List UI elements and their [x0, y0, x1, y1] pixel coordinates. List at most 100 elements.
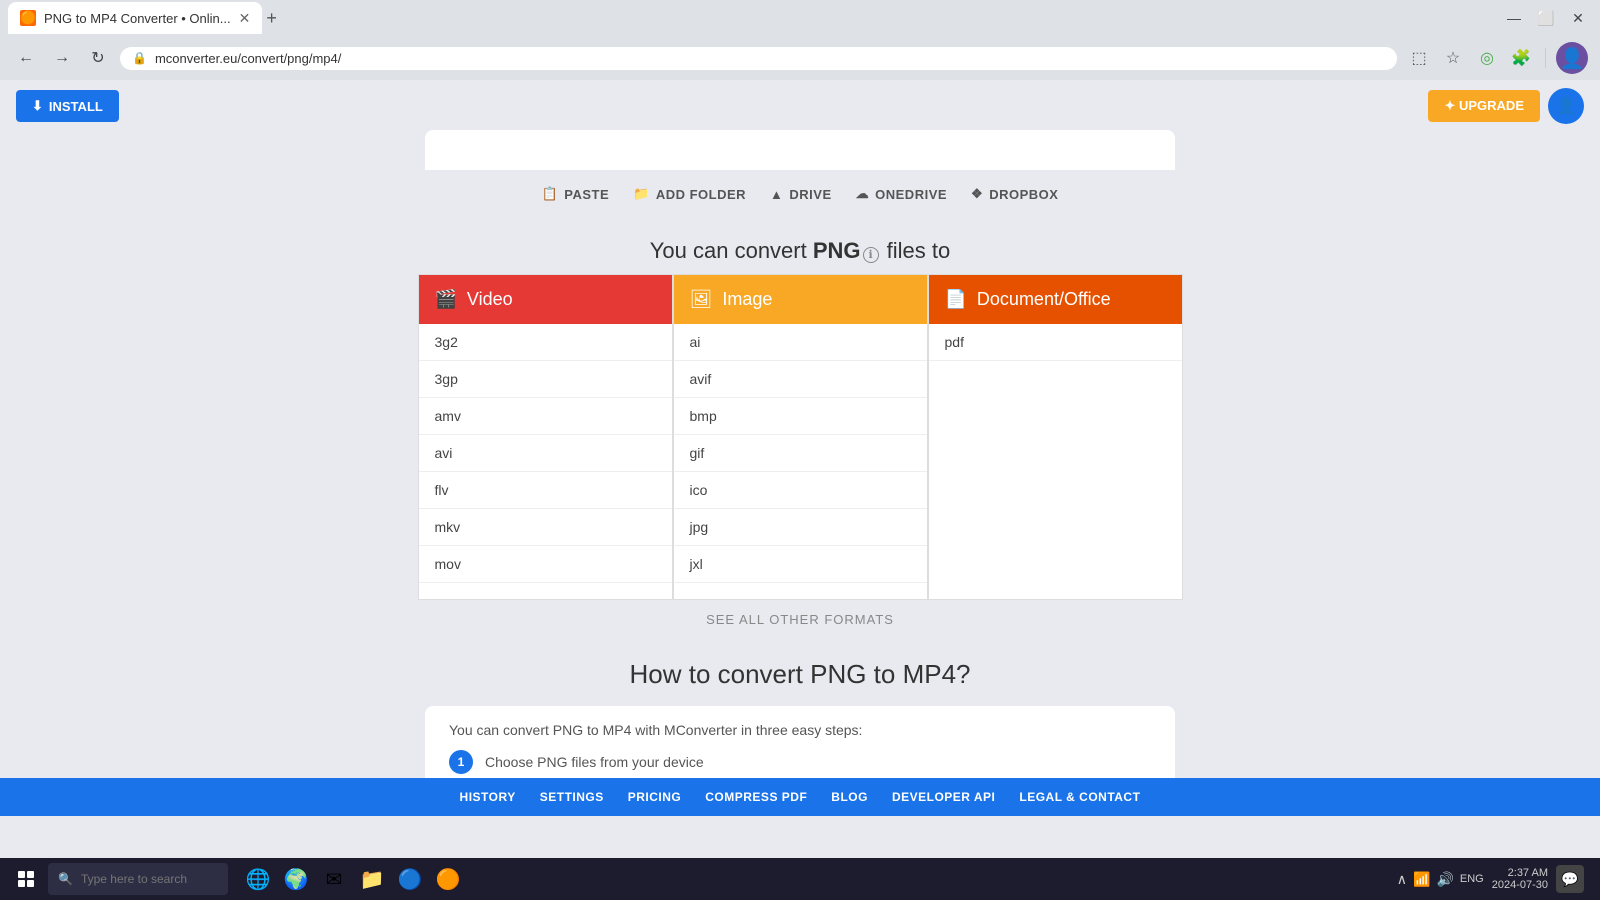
onedrive-label: ONEDRIVE — [875, 187, 947, 202]
start-button[interactable] — [8, 861, 44, 897]
extension1-button[interactable]: ◎ — [1473, 44, 1501, 72]
footer-blog[interactable]: BLOG — [831, 790, 868, 804]
screen-capture-button[interactable]: ⬚ — [1405, 44, 1433, 72]
drive-icon: ▲ — [770, 187, 783, 202]
bookmark-button[interactable]: ☆ — [1439, 44, 1467, 72]
list-item[interactable]: jxl — [674, 546, 927, 583]
how-to-title: How to convert PNG to MP4? — [16, 659, 1584, 690]
reload-button[interactable]: ↻ — [84, 44, 112, 72]
maximize-button[interactable]: ⬜ — [1532, 4, 1560, 32]
taskbar-search[interactable]: 🔍 — [48, 863, 228, 895]
add-folder-label: ADD FOLDER — [656, 187, 746, 202]
how-to-description: You can convert PNG to MP4 with MConvert… — [449, 722, 1151, 738]
dropbox-icon: ❖ — [971, 186, 983, 202]
document-header: 📄 Document/Office — [929, 275, 1182, 324]
list-item[interactable]: 3g2 — [419, 324, 672, 361]
tray-up-arrow[interactable]: ∧ — [1397, 871, 1407, 888]
tray-volume-icon[interactable]: 🔊 — [1436, 871, 1453, 888]
upgrade-label: ✦ UPGRADE — [1444, 98, 1524, 114]
title-prefix: You can convert — [650, 238, 813, 263]
video-list[interactable]: 3g2 3gp amv avi flv mkv mov — [419, 324, 672, 599]
taskbar-app-chrome2[interactable]: 🟠 — [430, 861, 466, 897]
profile-avatar: 👤 — [1560, 48, 1585, 70]
dropbox-label: DROPBOX — [989, 187, 1058, 202]
footer-developer-api[interactable]: DEVELOPER API — [892, 790, 995, 804]
browser-tab[interactable]: 🟠 PNG to MP4 Converter • Onlin... ✕ — [8, 2, 262, 34]
list-item[interactable]: 3gp — [419, 361, 672, 398]
extension2-button[interactable]: 🧩 — [1507, 44, 1535, 72]
paste-button[interactable]: 📋 PASTE — [542, 186, 610, 202]
footer-nav: HISTORY SETTINGS PRICING COMPRESS PDF BL… — [0, 778, 1600, 816]
minimize-button[interactable]: — — [1500, 4, 1528, 32]
document-list[interactable]: pdf — [929, 324, 1182, 599]
window-controls: — ⬜ ✕ — [1500, 4, 1592, 32]
footer-compress-pdf[interactable]: COMPRESS PDF — [705, 790, 807, 804]
how-to-section: How to convert PNG to MP4? You can conve… — [0, 639, 1600, 800]
install-button[interactable]: ⬇ INSTALL — [16, 90, 119, 122]
info-icon[interactable]: ℹ — [863, 247, 879, 263]
taskbar-search-input[interactable] — [81, 872, 218, 886]
taskbar-folder-icon: 📁 — [360, 867, 385, 892]
list-item[interactable]: ico — [674, 472, 927, 509]
taskbar-apps: 🌐 🌍 ✉ 📁 🔵 🟠 — [240, 861, 466, 897]
list-item[interactable]: amv — [419, 398, 672, 435]
taskbar-globe-icon: 🌍 — [284, 867, 309, 892]
list-item[interactable]: avif — [674, 361, 927, 398]
list-item[interactable]: ai — [674, 324, 927, 361]
tray-network-icon[interactable]: 📶 — [1413, 871, 1430, 888]
upgrade-button[interactable]: ✦ UPGRADE — [1428, 90, 1540, 122]
taskbar-app-earth[interactable]: 🌍 — [278, 861, 314, 897]
list-item[interactable]: jpg — [674, 509, 927, 546]
tab-close-button[interactable]: ✕ — [239, 10, 251, 27]
list-item[interactable]: pdf — [929, 324, 1182, 361]
drive-button[interactable]: ▲ DRIVE — [770, 186, 832, 202]
new-tab-button[interactable]: + — [266, 8, 277, 29]
close-button[interactable]: ✕ — [1564, 4, 1592, 32]
dropbox-button[interactable]: ❖ DROPBOX — [971, 186, 1058, 202]
address-bar[interactable]: 🔒 mconverter.eu/convert/png/mp4/ — [120, 47, 1397, 70]
footer-settings[interactable]: SETTINGS — [540, 790, 604, 804]
document-icon: 📄 — [945, 289, 967, 310]
user-avatar-button[interactable]: 👤 — [1548, 88, 1584, 124]
step-1-text: Choose PNG files from your device — [485, 754, 704, 770]
image-icon: 🖼 — [690, 289, 713, 310]
list-item[interactable]: mkv — [419, 509, 672, 546]
list-item[interactable]: avi — [419, 435, 672, 472]
taskbar-windows-icon: 🌐 — [246, 867, 271, 892]
taskbar-chrome-icon: 🔵 — [398, 867, 423, 892]
chat-button[interactable]: 💬 — [1556, 865, 1584, 893]
taskbar-app-folder[interactable]: 📁 — [354, 861, 390, 897]
forward-button[interactable]: → — [48, 44, 76, 72]
onedrive-button[interactable]: ☁ ONEDRIVE — [856, 186, 947, 202]
convert-section: You can convert PNGℹ files to — [0, 218, 1600, 274]
clock-date: 2024-07-30 — [1492, 879, 1548, 891]
taskbar-app-chrome[interactable]: 🔵 — [392, 861, 428, 897]
document-column: 📄 Document/Office pdf — [928, 274, 1183, 600]
list-item[interactable]: bmp — [674, 398, 927, 435]
footer-history[interactable]: HISTORY — [460, 790, 516, 804]
image-list[interactable]: ai avif bmp gif ico jpg jxl — [674, 324, 927, 599]
list-item[interactable]: flv — [419, 472, 672, 509]
title-suffix: files to — [881, 238, 951, 263]
lock-icon: 🔒 — [132, 51, 147, 65]
profile-button[interactable]: 👤 — [1556, 42, 1588, 74]
back-button[interactable]: ← — [12, 44, 40, 72]
taskbar-app-mail[interactable]: ✉ — [316, 861, 352, 897]
user-icon: 👤 — [1556, 96, 1576, 116]
footer-legal[interactable]: LEGAL & CONTACT — [1019, 790, 1140, 804]
tray-language[interactable]: ENG — [1460, 873, 1484, 885]
system-clock[interactable]: 2:37 AM 2024-07-30 — [1492, 867, 1548, 891]
list-item[interactable]: gif — [674, 435, 927, 472]
format-name: PNG — [813, 238, 861, 263]
see-all-formats-link[interactable]: SEE ALL OTHER FORMATS — [0, 600, 1600, 639]
step-1-number: 1 — [449, 750, 473, 774]
footer-pricing[interactable]: PRICING — [628, 790, 682, 804]
convert-title: You can convert PNGℹ files to — [0, 238, 1600, 264]
taskbar-right: ∧ 📶 🔊 ENG 2:37 AM 2024-07-30 💬 — [1397, 865, 1592, 893]
list-item[interactable]: mov — [419, 546, 672, 583]
add-folder-button[interactable]: 📁 ADD FOLDER — [633, 186, 746, 202]
tab-favicon: 🟠 — [20, 10, 36, 26]
video-header: 🎬 Video — [419, 275, 672, 324]
onedrive-icon: ☁ — [856, 186, 870, 202]
taskbar-app-windows[interactable]: 🌐 — [240, 861, 276, 897]
